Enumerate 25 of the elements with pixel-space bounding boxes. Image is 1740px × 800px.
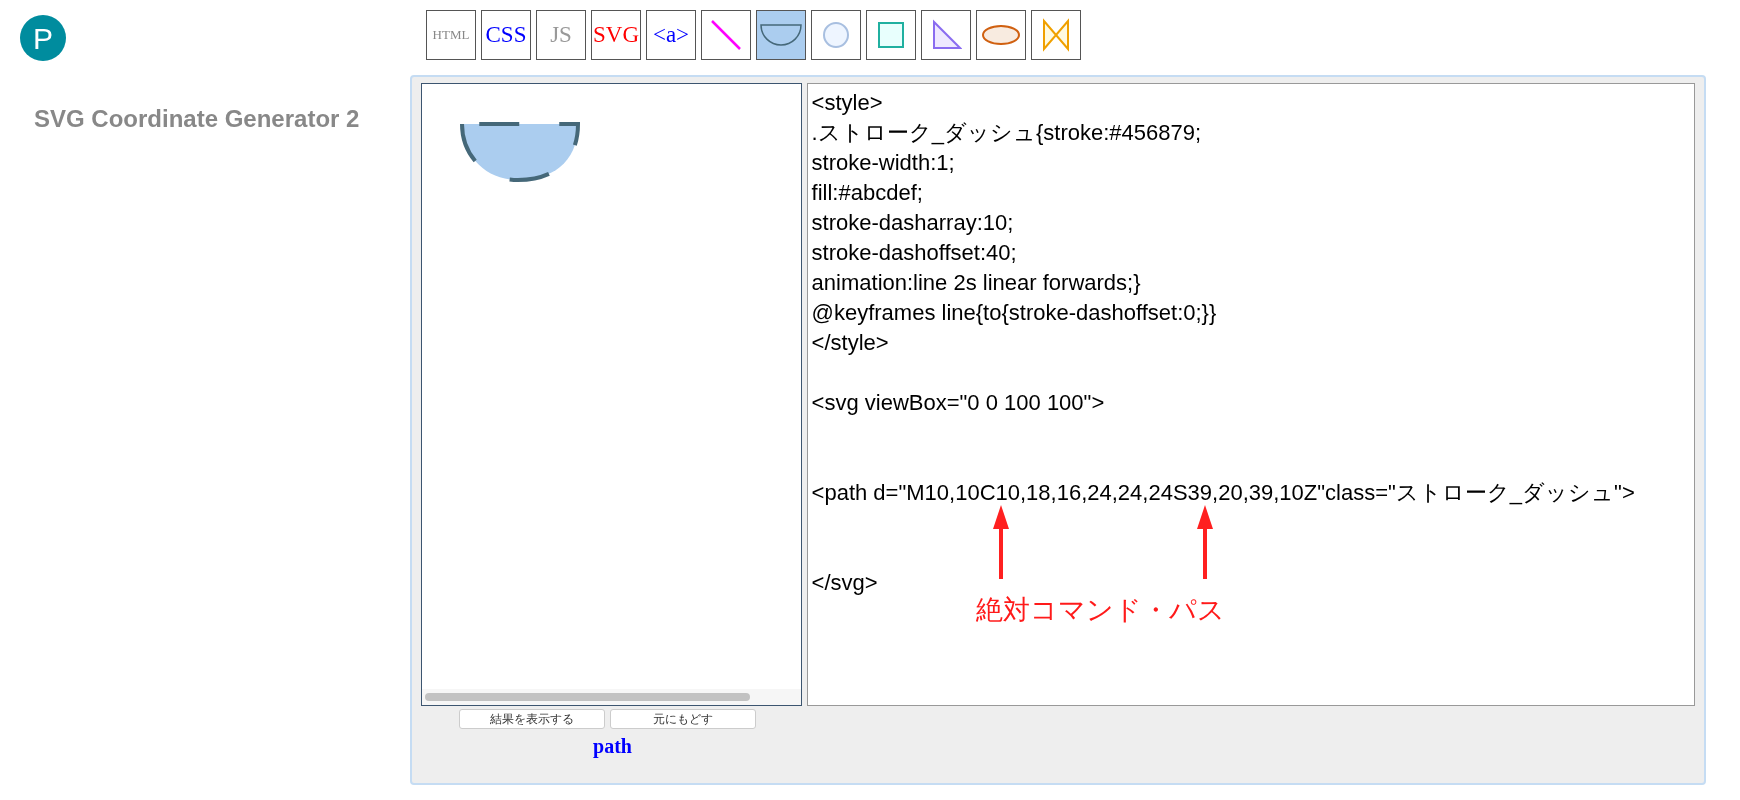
- toolbar-button[interactable]: CSS: [481, 10, 531, 60]
- toolbar-button[interactable]: [921, 10, 971, 60]
- annotation-label: 絶対コマンド・パス: [976, 594, 1225, 627]
- action-button[interactable]: 元にもどす: [610, 709, 756, 729]
- circle-icon: [821, 20, 851, 50]
- toolbar-button[interactable]: <a>: [646, 10, 696, 60]
- toolbar-button[interactable]: HTML: [426, 10, 476, 60]
- toolbar-button[interactable]: [866, 10, 916, 60]
- bowtie-icon: [1041, 17, 1071, 53]
- ellipse-icon: [981, 23, 1021, 47]
- shape-name-label: path: [593, 734, 632, 760]
- toolbar-button[interactable]: [701, 10, 751, 60]
- toolbar-button[interactable]: [1031, 10, 1081, 60]
- toolbar-button[interactable]: [976, 10, 1026, 60]
- toolbar-button[interactable]: [811, 10, 861, 60]
- triangle-icon: [930, 19, 962, 51]
- logo: P: [20, 15, 66, 61]
- action-button[interactable]: 結果を表示する: [459, 709, 605, 729]
- arrow-icon: [1196, 505, 1214, 579]
- arrow-icon: [992, 505, 1010, 579]
- toolbar-button[interactable]: [756, 10, 806, 60]
- square-icon: [876, 20, 906, 50]
- app-title: SVG Coordinate Generator 2: [34, 104, 361, 134]
- toolbar-button[interactable]: SVG: [591, 10, 641, 60]
- scrollbar[interactable]: [425, 693, 750, 701]
